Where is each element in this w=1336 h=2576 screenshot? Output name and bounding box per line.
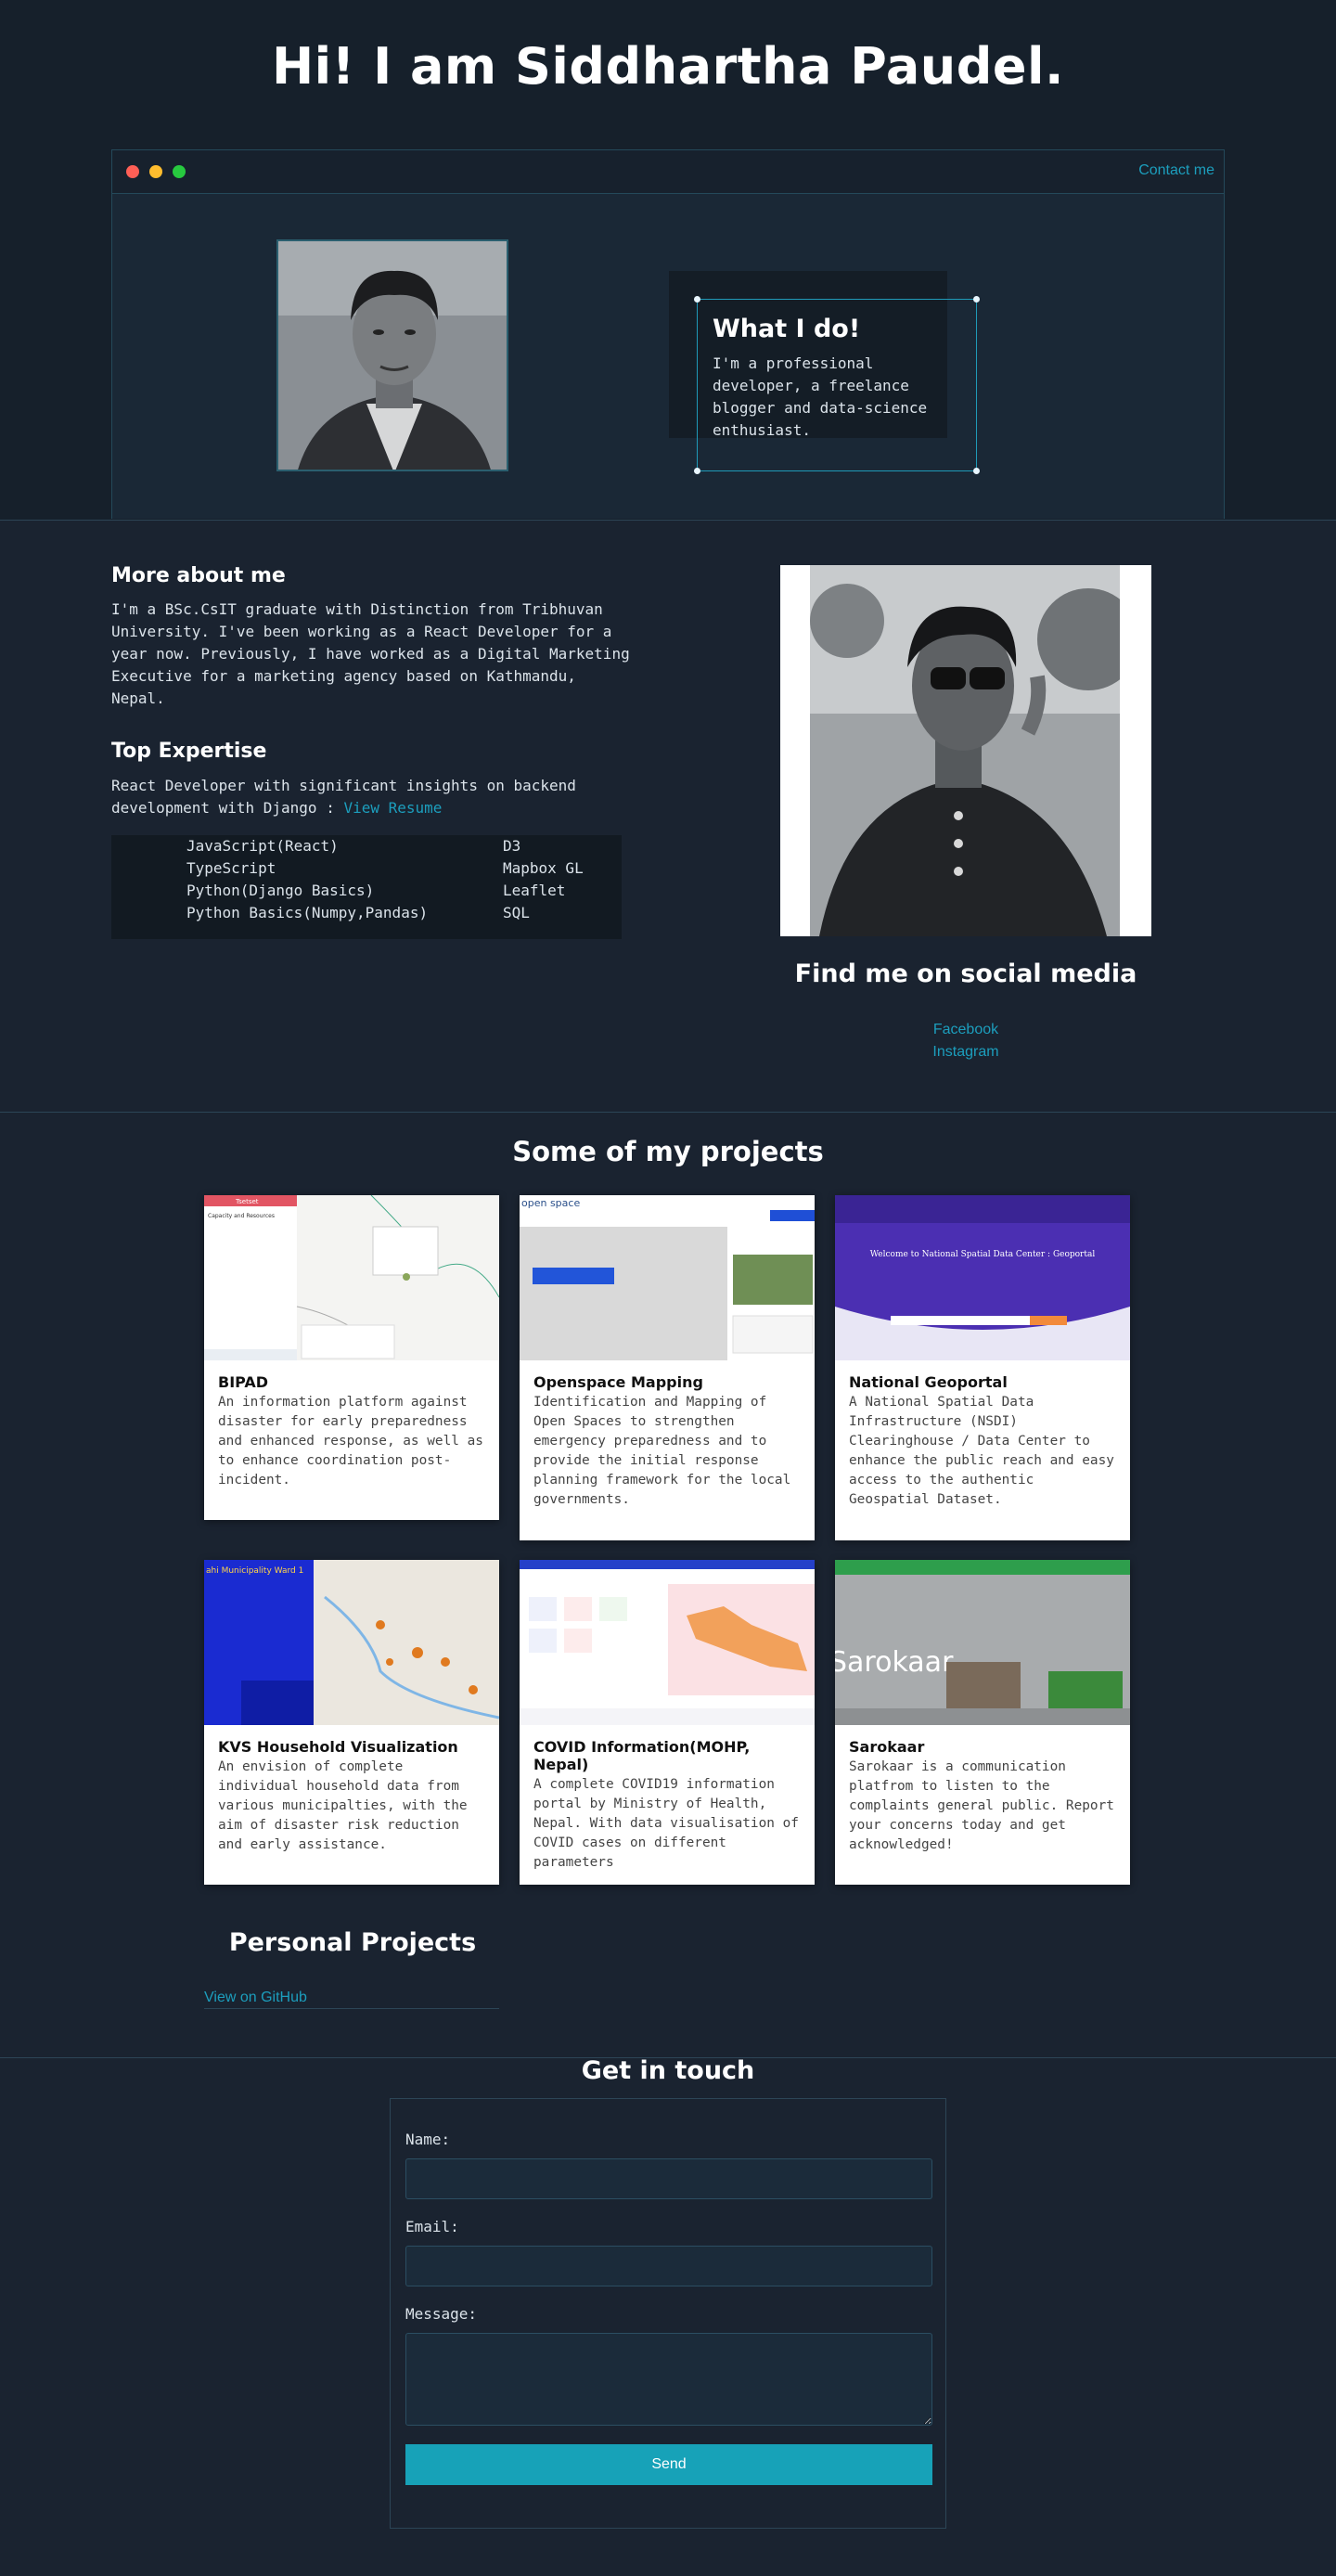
project-description: A complete COVID19 information portal by… — [533, 1777, 799, 1870]
project-card-sarokaar[interactable]: Sarokaar Sarokaar Sarokaar is a communic… — [835, 1560, 1130, 1885]
maximize-dot-icon — [173, 165, 186, 178]
thumb-text: Welcome to National Spatial Data Center … — [870, 1250, 1096, 1259]
project-description: Sarokaar is a communication platfrom to … — [849, 1759, 1114, 1852]
project-title: KVS Household Visualization — [218, 1738, 458, 1756]
what-i-do-title: What I do! — [713, 315, 861, 343]
skill-item: Mapbox GL — [503, 859, 584, 877]
about-text: I'm a BSc.CsIT graduate with Distinction… — [111, 600, 630, 707]
profile-photo — [276, 239, 508, 471]
browser-window-mock: Contact me What I do! I'm a professional… — [111, 149, 1225, 519]
email-field[interactable] — [405, 2246, 932, 2286]
project-description: Identification and Mapping of Open Space… — [533, 1395, 791, 1507]
expertise-text: React Developer with significant insight… — [111, 775, 631, 819]
project-title: Sarokaar — [849, 1738, 925, 1756]
project-thumbnail: Tsetset Capacity and Resources — [204, 1195, 499, 1360]
projects-title: Some of my projects — [512, 1136, 824, 1167]
resize-handle-icon — [694, 296, 700, 303]
project-description: A National Spatial Data Infrastructure (… — [849, 1395, 1114, 1507]
project-card-geoportal[interactable]: Welcome to National Spatial Data Center … — [835, 1195, 1130, 1540]
expertise-title: Top Expertise — [111, 740, 267, 763]
project-title: Openspace Mapping — [533, 1373, 703, 1391]
skill-item: Leaflet — [503, 882, 566, 899]
personal-projects-title: Personal Projects — [228, 1928, 477, 1957]
project-description: An information platform against disaster… — [218, 1395, 483, 1488]
hero-section: Hi! I am Siddhartha Paudel. Contact me W… — [0, 0, 1336, 520]
github-link[interactable]: View on GitHub — [204, 1990, 499, 2009]
thumb-text: ahi Municipality Ward 1 — [206, 1566, 303, 1576]
instagram-link[interactable]: Instagram — [780, 1041, 1151, 1063]
project-description: An envision of complete individual house… — [218, 1759, 468, 1852]
contact-me-link[interactable]: Contact me — [1138, 162, 1214, 179]
minimize-dot-icon — [149, 165, 162, 178]
thumb-text: open space — [521, 1197, 580, 1209]
section-divider — [0, 1112, 1336, 1113]
thumb-text: Tsetset — [235, 1198, 259, 1205]
message-label: Message: — [405, 2305, 478, 2323]
project-card-covid[interactable]: COVID Information(MOHP, Nepal) A complet… — [520, 1560, 815, 1885]
page-title: Hi! I am Siddhartha Paudel. — [271, 37, 1065, 96]
browser-title-bar: Contact me — [112, 150, 1224, 194]
project-thumbnail — [520, 1560, 815, 1725]
project-thumbnail: Sarokaar — [835, 1560, 1130, 1725]
contact-title: Get in touch — [581, 2056, 755, 2085]
project-card-bipad[interactable]: Tsetset Capacity and Resources BIPAD An … — [204, 1195, 499, 1520]
skill-item: SQL — [503, 904, 530, 921]
name-label: Name: — [405, 2131, 451, 2148]
skills-table: JavaScript(React) TypeScript Python(Djan… — [111, 835, 622, 939]
social-title: Find me on social media — [794, 960, 1137, 988]
skill-item: Python(Django Basics) — [186, 882, 375, 899]
view-resume-link[interactable]: View Resume — [343, 799, 442, 817]
skill-item: Python Basics(Numpy,Pandas) — [186, 904, 429, 921]
project-card-openspace[interactable]: open space Openspace Mapping Identificat… — [520, 1195, 815, 1540]
resize-handle-icon — [694, 468, 700, 474]
what-i-do-card: What I do! I'm a professional developer,… — [694, 296, 980, 474]
email-label: Email: — [405, 2218, 459, 2235]
project-thumbnail: Welcome to National Spatial Data Center … — [835, 1195, 1130, 1360]
about-photo — [780, 565, 1151, 936]
skill-item: JavaScript(React) — [186, 837, 339, 855]
what-i-do-text: I'm a professional developer, a freelanc… — [713, 354, 928, 439]
project-title: BIPAD — [218, 1373, 269, 1391]
about-title: More about me — [111, 564, 286, 587]
project-title: National Geoportal — [849, 1373, 1008, 1391]
project-thumbnail: open space — [520, 1195, 815, 1360]
message-field[interactable] — [405, 2333, 932, 2426]
project-thumbnail: ahi Municipality Ward 1 — [204, 1560, 499, 1725]
project-title: COVID Information(MOHP, Nepal) — [533, 1738, 751, 1773]
send-button[interactable]: Send — [405, 2444, 932, 2485]
resize-handle-icon — [973, 296, 980, 303]
skill-item: D3 — [503, 837, 521, 855]
section-divider — [0, 520, 1336, 521]
project-card-kvs[interactable]: ahi Municipality Ward 1 KVS Household Vi… — [204, 1560, 499, 1885]
name-field[interactable] — [405, 2158, 932, 2199]
facebook-link[interactable]: Facebook — [780, 1019, 1151, 1041]
skill-item: TypeScript — [186, 859, 276, 877]
contact-form: Name: Email: Message: Send — [390, 2098, 946, 2529]
thumb-text: Sarokaar — [835, 1646, 954, 1679]
close-dot-icon — [126, 165, 139, 178]
resize-handle-icon — [973, 468, 980, 474]
social-links: Facebook Instagram — [780, 1019, 1151, 1063]
thumb-text: Capacity and Resources — [208, 1213, 275, 1219]
